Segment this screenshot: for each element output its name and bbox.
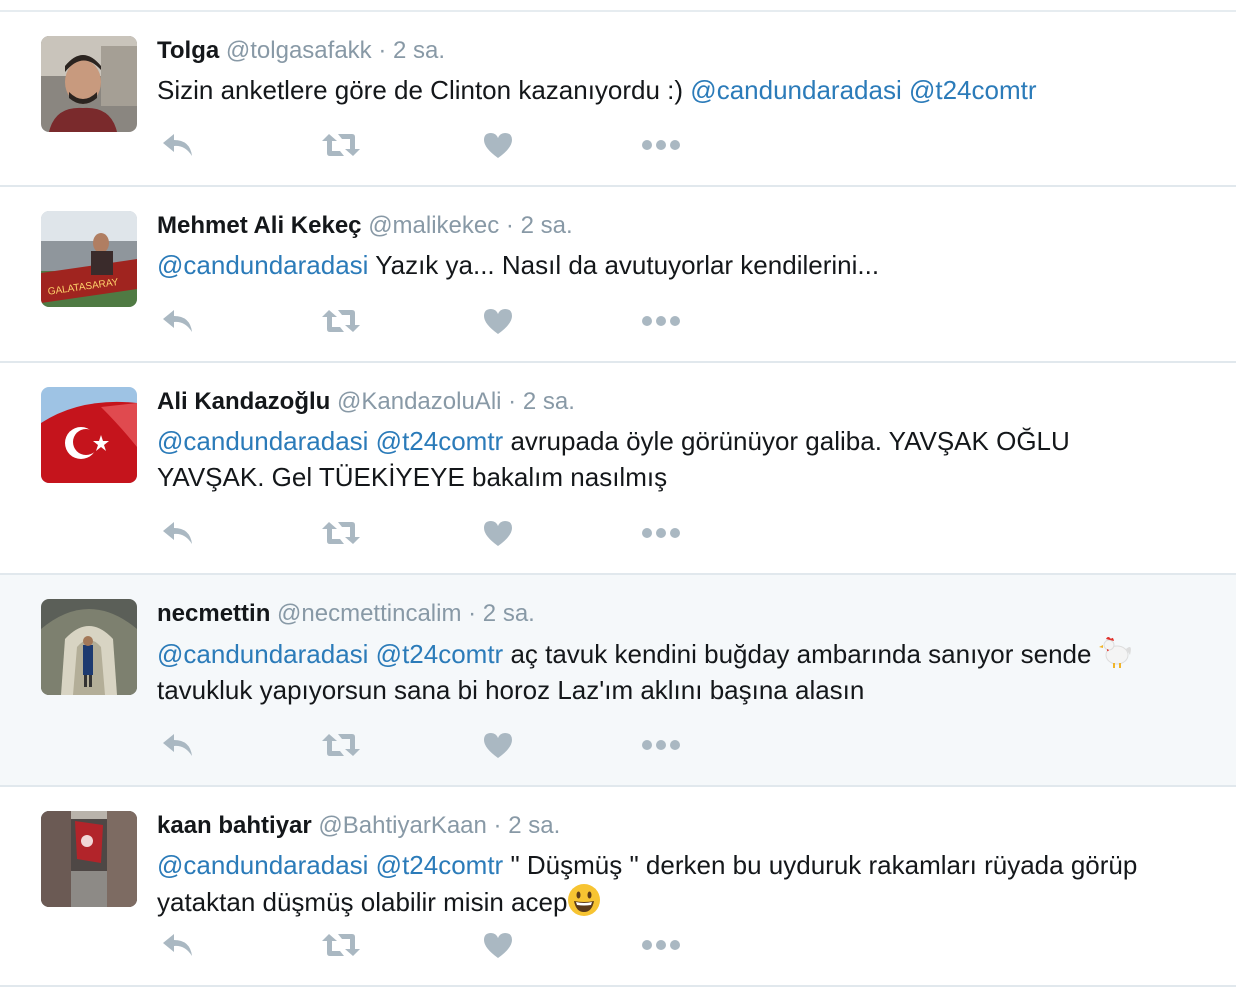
- like-icon[interactable]: [480, 128, 516, 162]
- smiley-emoji: [567, 883, 601, 917]
- user-handle[interactable]: @BahtiyarKaan: [318, 812, 486, 839]
- tweet-header: Ali Kandazoğlu @KandazoluAli · 2 sa.: [157, 387, 1216, 417]
- user-handle[interactable]: @KandazoluAli: [337, 388, 501, 415]
- retweet-icon[interactable]: [320, 304, 362, 338]
- reply-icon[interactable]: [160, 728, 196, 762]
- user-fullname[interactable]: Tolga: [157, 37, 219, 64]
- tweet-text: Sizin anketlere göre de Clinton kazanıyo…: [157, 72, 1167, 108]
- avatar[interactable]: [41, 811, 137, 907]
- reply-icon[interactable]: [160, 516, 196, 550]
- avatar[interactable]: [41, 387, 137, 483]
- mention-link[interactable]: @t24comtr: [909, 75, 1037, 105]
- mention-link[interactable]: @t24comtr: [376, 850, 504, 880]
- tweet-timestamp[interactable]: 2 sa.: [523, 388, 575, 415]
- tweet-header: necmettin @necmettincalim · 2 sa.: [157, 599, 1216, 629]
- retweet-icon[interactable]: [320, 728, 362, 762]
- mention-link[interactable]: @candundaradasi: [157, 426, 368, 456]
- mention-link[interactable]: @t24comtr: [376, 426, 504, 456]
- user-handle[interactable]: @malikekec: [368, 212, 499, 239]
- separator-dot: ·: [508, 388, 517, 415]
- more-icon[interactable]: [640, 128, 682, 162]
- tweet-header: Tolga @tolgasafakk · 2 sa.: [157, 36, 1216, 66]
- tweet-text-segment: [902, 75, 909, 105]
- tweet-text-segment: [368, 639, 375, 669]
- more-icon[interactable]: [640, 728, 682, 762]
- separator-dot: ·: [468, 600, 477, 627]
- retweet-icon[interactable]: [320, 128, 362, 162]
- tweet[interactable]: Tolga @tolgasafakk · 2 sa. Sizin anketler…: [0, 12, 1236, 187]
- reply-icon[interactable]: [160, 304, 196, 338]
- mention-link[interactable]: @candundaradasi: [157, 250, 368, 280]
- tweet-header: kaan bahtiyar @BahtiyarKaan · 2 sa.: [157, 811, 1216, 841]
- like-icon[interactable]: [480, 516, 516, 550]
- reply-icon[interactable]: [160, 928, 196, 962]
- more-icon[interactable]: [640, 928, 682, 962]
- like-icon[interactable]: [480, 928, 516, 962]
- tweet-text-segment: aç tavuk kendini buğday ambarında sanıyo…: [503, 639, 1099, 669]
- tweet-text: @candundaradasi Yazık ya... Nasıl da avu…: [157, 247, 1167, 283]
- tweet[interactable]: necmettin @necmettincalim · 2 sa. @candun…: [0, 575, 1236, 787]
- tweet-text-segment: Yazık ya... Nasıl da avutuyorlar kendile…: [368, 250, 880, 280]
- tweet-text: @candundaradasi @t24comtr " Düşmüş " der…: [157, 847, 1167, 920]
- mention-link[interactable]: @candundaradasi: [157, 639, 368, 669]
- user-fullname[interactable]: necmettin: [157, 600, 270, 627]
- tweet-text: @candundaradasi @t24comtr avrupada öyle …: [157, 423, 1167, 495]
- tweet-text-segment: [368, 850, 375, 880]
- tweet[interactable]: Ali Kandazoğlu @KandazoluAli · 2 sa. @can…: [0, 363, 1236, 575]
- tweet-timestamp[interactable]: 2 sa.: [483, 600, 535, 627]
- tweet-text-segment: [368, 426, 375, 456]
- user-fullname[interactable]: kaan bahtiyar: [157, 812, 312, 839]
- like-icon[interactable]: [480, 304, 516, 338]
- avatar[interactable]: GALATASARAY: [41, 211, 137, 307]
- separator-dot: ·: [505, 212, 514, 239]
- avatar[interactable]: [41, 599, 137, 695]
- mention-link[interactable]: @candundaradasi: [157, 850, 368, 880]
- tweet-text-segment: Sizin anketlere göre de Clinton kazanıyo…: [157, 75, 691, 105]
- user-handle[interactable]: @tolgasafakk: [226, 37, 372, 64]
- user-fullname[interactable]: Ali Kandazoğlu: [157, 388, 330, 415]
- tweet-timestamp[interactable]: 2 sa.: [521, 212, 573, 239]
- like-icon[interactable]: [480, 728, 516, 762]
- avatar[interactable]: [41, 36, 137, 132]
- more-icon[interactable]: [640, 304, 682, 338]
- separator-dot: ·: [493, 812, 502, 839]
- user-fullname[interactable]: Mehmet Ali Kekeç: [157, 212, 362, 239]
- tweet-text-segment: tavukluk yapıyorsun sana bi horoz Laz'ım…: [157, 675, 865, 705]
- retweet-icon[interactable]: [320, 516, 362, 550]
- separator-dot: ·: [378, 37, 387, 64]
- rooster-emoji: [1098, 635, 1133, 669]
- mention-link[interactable]: @candundaradasi: [690, 75, 901, 105]
- tweet-header: Mehmet Ali Kekeç @malikekec · 2 sa.: [157, 211, 1216, 241]
- tweet-text: @candundaradasi @t24comtr aç tavuk kendi…: [157, 635, 1167, 708]
- tweet[interactable]: GALATASARAY Mehmet Ali Kekeç @malikekec ·…: [0, 187, 1236, 363]
- reply-icon[interactable]: [160, 128, 196, 162]
- more-icon[interactable]: [640, 516, 682, 550]
- tweet[interactable]: kaan bahtiyar @BahtiyarKaan · 2 sa. @cand…: [0, 787, 1236, 987]
- retweet-icon[interactable]: [320, 928, 362, 962]
- tweet-timestamp[interactable]: 2 sa.: [393, 37, 445, 64]
- user-handle[interactable]: @necmettincalim: [277, 600, 461, 627]
- mention-link[interactable]: @t24comtr: [376, 639, 504, 669]
- tweet-timestamp[interactable]: 2 sa.: [508, 812, 560, 839]
